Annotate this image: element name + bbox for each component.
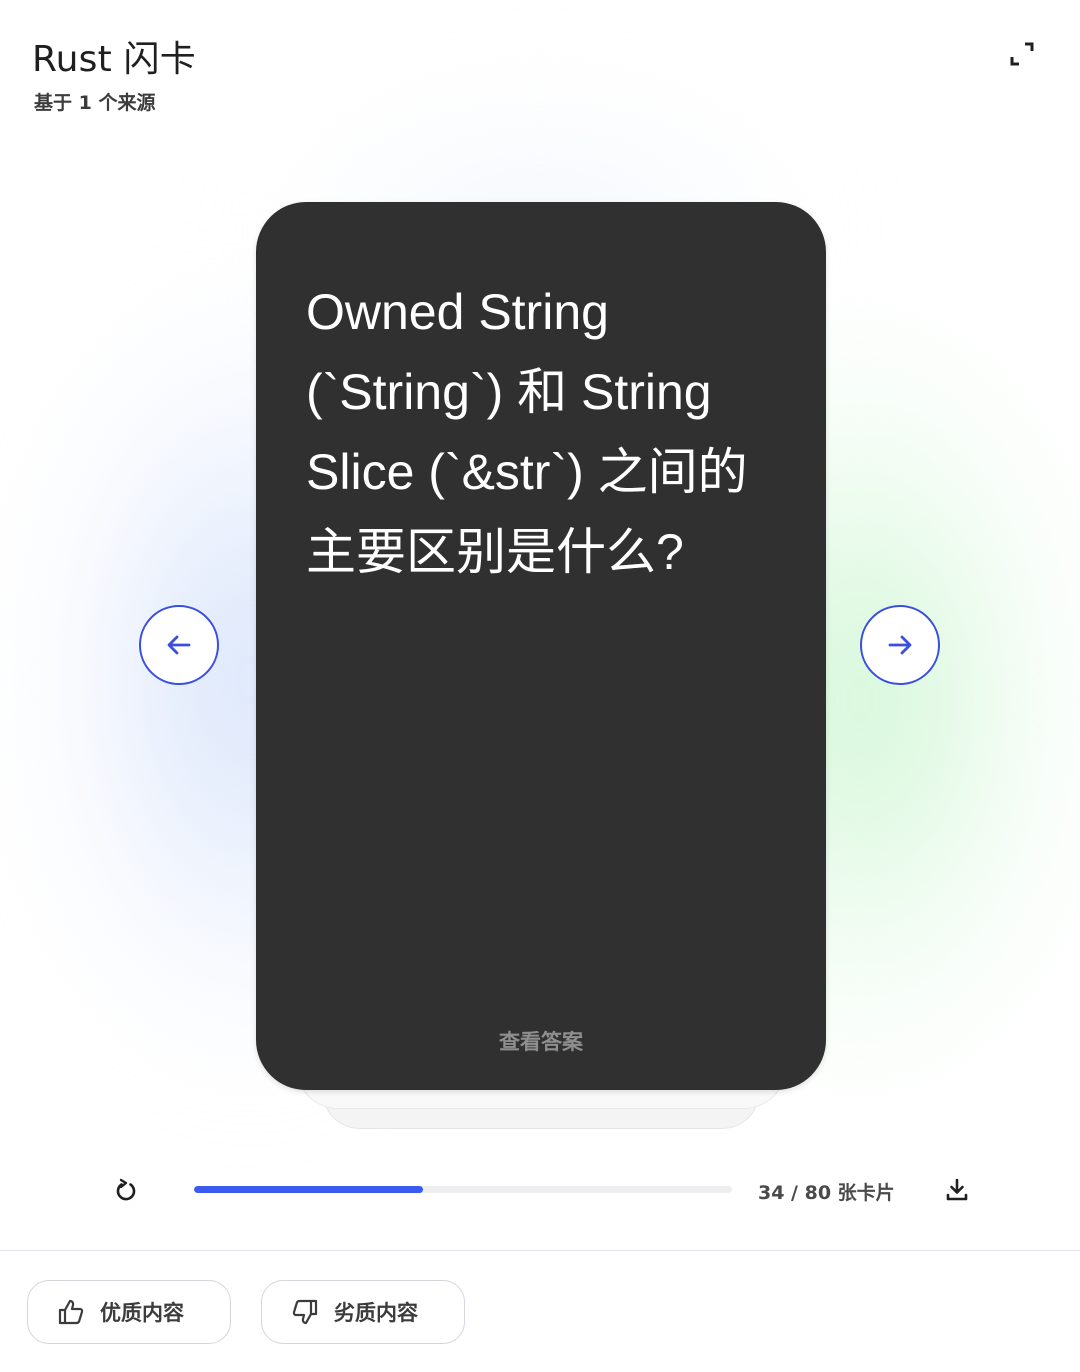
download-icon — [944, 1177, 970, 1203]
arrow-left-icon — [164, 630, 194, 660]
flashcards-panel: Rust 闪卡 基于 1 个来源 Owned String (`String`)… — [0, 0, 1080, 1372]
expand-button[interactable] — [996, 30, 1048, 78]
arrow-right-icon — [885, 630, 915, 660]
download-button[interactable] — [937, 1170, 977, 1210]
footer-divider — [0, 1250, 1080, 1251]
flashcard[interactable]: Owned String (`String`) 和 String Slice (… — [256, 202, 826, 1090]
previous-card-button[interactable] — [139, 605, 219, 685]
page-title: Rust 闪卡 — [32, 39, 196, 80]
thumbs-down-icon — [290, 1297, 320, 1327]
progress-bar-fill — [194, 1186, 423, 1193]
restart-button[interactable] — [106, 1170, 146, 1210]
flashcard-question: Owned String (`String`) 和 String Slice (… — [306, 284, 748, 580]
thumbs-up-icon — [56, 1297, 86, 1327]
bad-content-label: 劣质内容 — [334, 1301, 418, 1325]
good-content-button[interactable]: 优质内容 — [27, 1280, 231, 1344]
progress-bar — [194, 1186, 732, 1193]
reveal-answer-label[interactable]: 查看答案 — [256, 1026, 826, 1056]
restart-icon — [113, 1177, 139, 1203]
expand-icon — [1008, 40, 1036, 68]
bad-content-button[interactable]: 劣质内容 — [261, 1280, 465, 1344]
card-counter: 34 / 80 张卡片 — [758, 1182, 895, 1204]
next-card-button[interactable] — [860, 605, 940, 685]
source-count: 基于 1 个来源 — [34, 92, 156, 114]
good-content-label: 优质内容 — [100, 1301, 184, 1325]
